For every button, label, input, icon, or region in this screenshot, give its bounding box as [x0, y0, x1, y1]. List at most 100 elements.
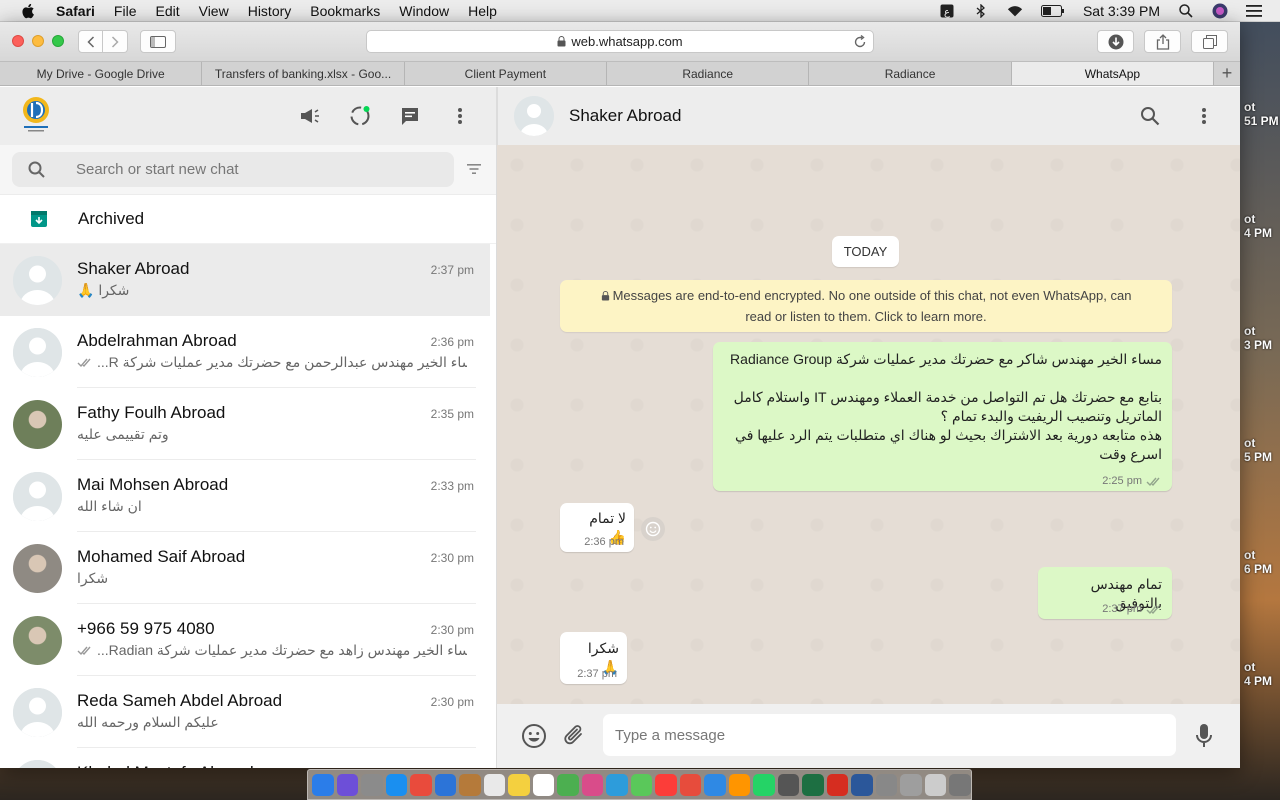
chat-list-item[interactable]: Mai Mohsen Abroad 2:33 pm ان شاء الله: [0, 460, 490, 532]
dock-app-icon[interactable]: [679, 773, 702, 796]
apple-logo-icon[interactable]: [20, 3, 38, 19]
message-area[interactable]: TODAY Messages are end-to-end encrypted.…: [497, 145, 1240, 704]
menu-bookmarks[interactable]: Bookmarks: [310, 3, 380, 19]
browser-tab[interactable]: Radiance: [809, 62, 1012, 85]
react-emoji-button[interactable]: [641, 517, 665, 541]
dock-app-icon[interactable]: [532, 773, 555, 796]
chat-list-item[interactable]: Fathy Foulh Abroad 2:35 pm وتم تقييمى عليه: [0, 388, 490, 460]
dock-app-icon[interactable]: [312, 773, 334, 796]
desktop-file-label[interactable]: ot 4 PM: [1240, 212, 1280, 324]
menu-file[interactable]: File: [114, 3, 137, 19]
radiance-group-logo[interactable]: [18, 95, 54, 133]
menu-window[interactable]: Window: [399, 3, 449, 19]
reload-icon[interactable]: [853, 35, 867, 49]
downloads-button[interactable]: [1097, 30, 1134, 53]
browser-tab[interactable]: Radiance: [607, 62, 810, 85]
keyboard-input-icon[interactable]: ع: [939, 4, 955, 18]
dock-app-icon[interactable]: [655, 773, 677, 796]
browser-tab[interactable]: WhatsApp: [1011, 62, 1215, 85]
desktop-file-label[interactable]: ot 6 PM: [1240, 548, 1280, 660]
dock-app-icon[interactable]: [483, 773, 506, 796]
battery-icon[interactable]: [1040, 4, 1065, 18]
dock-app-icon[interactable]: [508, 773, 530, 796]
conversation-header[interactable]: Shaker Abroad: [497, 87, 1240, 145]
dock-app-icon[interactable]: [606, 773, 628, 796]
chat-list-item[interactable]: Shaker Abroad 2:37 pm شكرا 🙏: [0, 244, 490, 316]
conversation-menu-button[interactable]: [1192, 104, 1216, 128]
fullscreen-window-button[interactable]: [52, 35, 64, 47]
notification-center-icon[interactable]: [1246, 4, 1262, 18]
dock-app-icon[interactable]: [753, 773, 775, 796]
bluetooth-icon[interactable]: [973, 4, 989, 18]
message-incoming[interactable]: شكرا 🙏 2:37 pm: [560, 632, 627, 684]
menu-history[interactable]: History: [248, 3, 292, 19]
voice-message-button[interactable]: [1191, 723, 1217, 749]
encryption-notice[interactable]: Messages are end-to-end encrypted. No on…: [560, 280, 1172, 332]
siri-icon[interactable]: [1212, 3, 1228, 19]
chat-list-item[interactable]: Reda Sameh Abdel Abroad 2:30 pm عليكم السل…: [0, 676, 490, 748]
contact-avatar[interactable]: [514, 96, 554, 136]
menu-help[interactable]: Help: [468, 3, 497, 19]
browser-tab[interactable]: My Drive - Google Drive: [0, 62, 203, 85]
close-window-button[interactable]: [12, 35, 24, 47]
tab-overview-button[interactable]: [1191, 30, 1228, 53]
dock-app-icon[interactable]: [924, 773, 947, 796]
spotlight-search-icon[interactable]: [1178, 4, 1194, 18]
dock-app-icon[interactable]: [630, 773, 653, 796]
broadcast-button[interactable]: [298, 104, 322, 128]
dock-app-icon[interactable]: [704, 773, 726, 796]
dock-app-icon[interactable]: [802, 773, 824, 796]
dock-app-icon[interactable]: [410, 773, 432, 796]
browser-tab[interactable]: Transfers of banking.xlsx - Goo...: [202, 62, 405, 85]
search-input[interactable]: [76, 161, 436, 178]
new-tab-button[interactable]: +: [1214, 62, 1240, 85]
status-button[interactable]: [348, 104, 372, 128]
chat-list-item[interactable]: +966 59 975 4080 2:30 pm مساء الخير مهندس …: [0, 604, 490, 676]
message-outgoing[interactable]: تمام مهندس بالتوفيق 2:37 pm: [1038, 567, 1172, 619]
forward-button[interactable]: [103, 30, 128, 53]
message-incoming[interactable]: لا تمام 👍 2:36 pm: [560, 503, 634, 552]
menu-app-name[interactable]: Safari: [56, 3, 95, 19]
browser-tab[interactable]: Client Payment: [404, 62, 608, 85]
filter-icon[interactable]: [466, 161, 482, 177]
dock-app-icon[interactable]: [728, 773, 751, 796]
desktop-file-label[interactable]: ot 3 PM: [1240, 324, 1280, 436]
chat-list-item[interactable]: Abdelrahman Abroad 2:36 pm مساء الخير مهند…: [0, 316, 490, 388]
dock-app-icon[interactable]: [777, 773, 800, 796]
sidebar-menu-button[interactable]: [448, 104, 472, 128]
show-sidebar-button[interactable]: [140, 30, 176, 53]
minimize-window-button[interactable]: [32, 35, 44, 47]
emoji-button[interactable]: [521, 723, 547, 749]
share-button[interactable]: [1144, 30, 1181, 53]
dock-app-icon[interactable]: [361, 773, 383, 796]
dock-app-icon[interactable]: [459, 773, 481, 796]
desktop-file-label[interactable]: ot 51 PM: [1240, 100, 1280, 212]
dock-app-icon[interactable]: [875, 773, 898, 796]
dock-app-icon[interactable]: [385, 773, 408, 796]
menu-view[interactable]: View: [199, 3, 229, 19]
chat-list-item[interactable]: Mohamed Saif Abroad 2:30 pm شكرا: [0, 532, 490, 604]
desktop-file-label[interactable]: ot 5 PM: [1240, 436, 1280, 548]
dock-app-icon[interactable]: [557, 773, 579, 796]
back-button[interactable]: [78, 30, 103, 53]
chat-list-item[interactable]: Khaled Mostafa Abroad 2:25 pm: [0, 748, 490, 768]
dock-app-icon[interactable]: [949, 773, 971, 796]
new-chat-button[interactable]: [398, 104, 422, 128]
menubar-clock[interactable]: Sat 3:39 PM: [1083, 3, 1160, 19]
dock-app-icon[interactable]: [826, 773, 849, 796]
attach-button[interactable]: [561, 723, 587, 749]
dock-app-icon[interactable]: [434, 773, 457, 796]
contact-name[interactable]: Shaker Abroad: [569, 106, 681, 126]
search-messages-button[interactable]: [1138, 104, 1162, 128]
address-bar[interactable]: web.whatsapp.com: [366, 30, 874, 53]
dock-app-icon[interactable]: [900, 773, 922, 796]
menu-edit[interactable]: Edit: [155, 3, 179, 19]
dock-app-icon[interactable]: [336, 773, 359, 796]
dock-app-icon[interactable]: [581, 773, 604, 796]
message-input[interactable]: [603, 714, 1176, 756]
wifi-icon[interactable]: [1007, 4, 1023, 18]
search-icon[interactable]: [28, 161, 46, 179]
archived-chats-row[interactable]: Archived: [0, 195, 496, 244]
desktop-file-label[interactable]: ot 4 PM: [1240, 660, 1280, 772]
message-outgoing[interactable]: مساء الخير مهندس شاكر مع حضرتك مدير عملي…: [713, 342, 1172, 491]
